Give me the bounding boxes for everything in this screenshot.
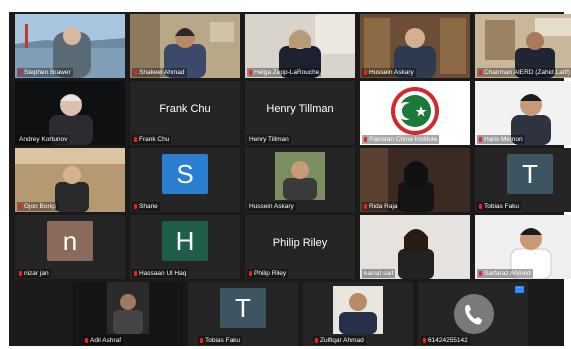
participant-tile[interactable]: Chairman AIERD (Zahid Latif) — [475, 14, 571, 78]
muted-mic-icon — [423, 338, 426, 343]
participant-tile[interactable]: Adil Ashraf — [73, 282, 183, 346]
muted-mic-icon — [364, 137, 367, 142]
participant-name: Helga Zepp-LaRouche — [247, 68, 322, 77]
participant-name: Tobias Faku — [198, 336, 243, 345]
participant-name: Gjon Boriçi — [17, 202, 58, 211]
more-options-button[interactable]: ··· — [515, 285, 524, 293]
participant-tile[interactable]: Hussein Askary — [360, 14, 470, 78]
phone-icon — [465, 305, 482, 325]
participant-display-name: Henry Tillman — [266, 103, 334, 115]
participant-name: Sarfaraz Ahmed — [477, 269, 533, 278]
participant-tile-phone[interactable]: ··· 61424255142 — [418, 282, 528, 346]
participant-name: Tobias Faku — [477, 202, 522, 211]
muted-mic-icon — [19, 70, 22, 75]
participant-tile[interactable]: Sarfaraz Ahmed — [475, 215, 571, 279]
muted-mic-icon — [479, 204, 482, 209]
participant-display-name: Philip Riley — [272, 237, 328, 249]
participant-avatar: n — [47, 221, 93, 261]
muted-mic-icon — [19, 204, 22, 209]
participant-tile[interactable]: kainat saif — [360, 215, 470, 279]
muted-mic-icon — [479, 137, 482, 142]
muted-mic-icon — [249, 70, 252, 75]
participant-tile-active-speaker[interactable]: Andrey Kortunov — [15, 81, 125, 145]
muted-mic-icon — [249, 271, 252, 276]
participant-avatar: H — [162, 221, 208, 261]
participant-tile[interactable]: Pakistan China Institute — [360, 81, 470, 145]
participant-name: 61424255142 — [421, 336, 470, 345]
participant-tile[interactable]: Stephen Brawer — [15, 14, 125, 78]
participant-name: Shakeel Ahmad — [132, 68, 187, 77]
participant-display-name: Frank Chu — [159, 103, 211, 115]
muted-mic-icon — [134, 70, 137, 75]
participant-avatar: T — [220, 288, 266, 328]
participant-name: Pakistan China Institute — [362, 135, 440, 144]
muted-mic-icon — [85, 338, 88, 343]
participant-tile[interactable]: Philip Riley Philip Riley — [245, 215, 355, 279]
muted-mic-icon — [134, 137, 137, 142]
participant-tile[interactable]: Gjon Boriçi — [15, 148, 125, 212]
participant-name: Frank Chu — [132, 135, 172, 144]
participant-name: Zulfiqar Ahmad — [313, 336, 366, 345]
participant-name: Shane — [132, 202, 160, 211]
muted-mic-icon — [19, 271, 22, 276]
muted-mic-icon — [364, 70, 367, 75]
participant-tile[interactable]: T Tobias Faku — [188, 282, 298, 346]
phone-avatar — [454, 294, 494, 334]
participant-tile[interactable]: Henry Tillman Henry Tillman — [245, 81, 355, 145]
participant-name: kainat saif — [362, 269, 396, 278]
muted-mic-icon — [134, 271, 137, 276]
participant-tile[interactable]: Hussein Askary — [245, 148, 355, 212]
participant-tile[interactable]: Frank Chu Frank Chu — [130, 81, 240, 145]
participant-avatar: S — [162, 154, 208, 194]
participant-tile[interactable]: Shakeel Ahmad — [130, 14, 240, 78]
zoom-gallery-view: { "participants": [ {"name":"Stephen Bra… — [0, 0, 571, 349]
participant-name: Adil Ashraf — [83, 336, 124, 345]
participant-name: Stephen Brawer — [17, 68, 73, 77]
participant-name: Henry Tillman — [247, 135, 291, 144]
participant-name: nizar jan — [17, 269, 51, 278]
participant-tile[interactable]: S Shane — [130, 148, 240, 212]
participant-name: Hassaan Ul Haq — [132, 269, 189, 278]
muted-mic-icon — [315, 338, 318, 343]
participant-name: Hussein Askary — [247, 202, 296, 211]
participant-name: Haris Memon — [477, 135, 525, 144]
muted-mic-icon — [200, 338, 203, 343]
muted-mic-icon — [134, 204, 137, 209]
muted-mic-icon — [479, 70, 482, 75]
participant-name: Philip Riley — [247, 269, 289, 278]
participant-tile[interactable]: Rida Raja — [360, 148, 470, 212]
participant-name: Chairman AIERD (Zahid Latif) — [477, 68, 571, 77]
muted-mic-icon — [479, 271, 482, 276]
participant-name: Rida Raja — [362, 202, 400, 211]
participant-tile[interactable]: Helga Zepp-LaRouche — [245, 14, 355, 78]
participant-tile[interactable]: n nizar jan — [15, 215, 125, 279]
participant-tile[interactable]: Haris Memon — [475, 81, 571, 145]
muted-mic-icon — [364, 204, 367, 209]
participant-name: Hussein Askary — [362, 68, 416, 77]
participant-avatar: T — [507, 154, 553, 194]
participant-tile[interactable]: T Tobias Faku — [475, 148, 571, 212]
participant-tile[interactable]: H Hassaan Ul Haq — [130, 215, 240, 279]
participant-name: Andrey Kortunov — [17, 135, 70, 144]
participant-tile[interactable]: Zulfiqar Ahmad — [303, 282, 413, 346]
